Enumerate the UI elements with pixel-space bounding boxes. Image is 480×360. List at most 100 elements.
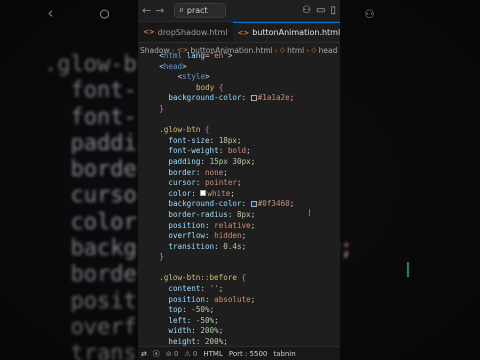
code-token: transition (168, 241, 215, 251)
code-token: ; (289, 199, 295, 209)
panel-icon[interactable]: ▯ (330, 5, 336, 16)
code-line[interactable]: content: ''; (138, 284, 340, 295)
code-token: 0.4s (223, 241, 242, 251)
color-swatch[interactable] (200, 190, 207, 197)
code-line[interactable]: color: white; (138, 189, 340, 200)
code-token: ; (250, 294, 256, 304)
forward-arrow-icon[interactable]: → (155, 4, 164, 17)
tab-buttonanimation[interactable]: <> buttonAnimation.html × (232, 22, 340, 42)
code-line[interactable]: font-weight: bold; (138, 146, 340, 157)
code-token: : (200, 284, 210, 294)
code-line[interactable]: <html lang="en"> (138, 51, 340, 62)
code-token: font-size (168, 135, 210, 145)
live-server-port[interactable]: Port : 5500 (229, 350, 268, 358)
code-token: 200% (204, 337, 224, 347)
code-line[interactable]: background-color: #1a1a2e; (138, 93, 340, 104)
code-token: '' (209, 284, 219, 294)
code-token: : (182, 305, 192, 315)
layout-icon[interactable]: ▭ (316, 5, 325, 16)
code-token: bold (227, 146, 247, 156)
code-line[interactable]: } (138, 252, 340, 263)
code-token: ; (218, 326, 224, 336)
language-mode[interactable]: HTML (203, 350, 222, 358)
code-token: : (241, 93, 251, 103)
code-token: position (168, 220, 205, 230)
code-token: : (227, 209, 237, 219)
code-line[interactable] (138, 263, 340, 274)
copilot-icon[interactable]: ⚇ (302, 5, 311, 16)
text-cursor-icon: I (308, 208, 311, 219)
code-token: ; (218, 284, 224, 294)
code-token: ; (250, 156, 256, 166)
color-swatch[interactable] (250, 94, 257, 101)
code-token: ; (230, 188, 235, 198)
code-editor-window: ← → ⌕ pract ⚇ ▭ ▯ <> dropShadow.html <> … (138, 0, 340, 360)
code-token: : (195, 337, 205, 347)
command-search-box[interactable]: ⌕ pract (174, 3, 227, 18)
code-token: 18px (218, 135, 237, 145)
back-arrow-icon[interactable]: ← (142, 4, 151, 17)
code-token: { (204, 125, 210, 135)
code-line[interactable]: <head> (138, 62, 340, 73)
code-token: ; (289, 93, 295, 103)
tabnine-status[interactable]: tabnin (273, 350, 295, 358)
code-token: relative (214, 220, 251, 230)
code-token: : (195, 167, 205, 177)
code-line[interactable]: transition: 0.4s; (138, 242, 340, 253)
tab-dropshadow[interactable]: <> dropShadow.html (138, 22, 233, 42)
code-line[interactable]: width: 200%; (138, 326, 340, 337)
search-text: pract (186, 6, 208, 15)
code-token: pointer (204, 178, 237, 188)
code-token: border-radius (168, 209, 228, 219)
error-icon[interactable]: ⓧ (153, 349, 160, 359)
code-token: cursor (168, 178, 196, 188)
code-line[interactable]: .glow-btn::before { (138, 273, 340, 284)
problems-count[interactable]: ⊘ 0 (166, 350, 179, 358)
remote-icon[interactable]: ⇄ (141, 350, 147, 358)
code-line[interactable]: left: -50%; (138, 316, 340, 327)
code-line[interactable]: border: none; (138, 168, 340, 179)
code-line[interactable]: .glow-btn { (138, 125, 340, 136)
code-token: none (204, 167, 224, 177)
tab-label: buttonAnimation.html (252, 28, 340, 37)
code-token: height (168, 337, 196, 347)
code-line[interactable] (138, 115, 340, 126)
code-line[interactable]: padding: 15px 30px; (138, 157, 340, 168)
code-token: font-weight (168, 146, 219, 156)
code-line[interactable]: position: absolute; (138, 295, 340, 306)
code-token: body (196, 82, 215, 92)
code-token: .glow-btn::before (159, 273, 237, 283)
code-line[interactable]: <style> (138, 72, 340, 83)
code-token: ; (241, 231, 247, 241)
code-line[interactable]: overflow: hidden; (138, 231, 340, 242)
code-token: : (204, 294, 215, 304)
code-token: ; (209, 305, 215, 315)
code-token: top (168, 305, 183, 315)
code-token: left (168, 315, 187, 325)
code-token: 200% (200, 326, 219, 336)
code-line[interactable]: body { (138, 83, 340, 94)
code-token: } (159, 103, 164, 113)
code-line[interactable]: font-size: 18px; (138, 136, 340, 147)
code-token: : (186, 315, 196, 325)
code-token: #1a1a2e (257, 93, 290, 103)
code-token: ; (237, 178, 242, 188)
title-bar: ← → ⌕ pract ⚇ ▭ ▯ (138, 0, 340, 22)
editor-tabs: <> dropShadow.html <> buttonAnimation.ht… (138, 22, 340, 43)
code-token: : (214, 241, 224, 251)
code-line[interactable]: } (138, 104, 340, 115)
code-token: overflow (168, 231, 205, 241)
warnings-count[interactable]: ⚠ 0 (184, 350, 197, 358)
code-token: #0f3460 (257, 199, 290, 209)
code-line[interactable]: top: -50%; (138, 305, 340, 316)
code-token: : (191, 188, 201, 198)
code-line[interactable]: position: relative; (138, 221, 340, 232)
code-token: : (204, 231, 215, 241)
html-file-icon: <> (143, 28, 155, 36)
search-icon: ⌕ (178, 5, 184, 16)
code-token: html (163, 51, 183, 60)
code-line[interactable]: cursor: pointer; (138, 178, 340, 189)
color-swatch[interactable] (250, 200, 257, 207)
code-token: > (182, 61, 187, 71)
code-area[interactable]: <html lang="en"> <head> <style> body {backg… (138, 51, 340, 348)
